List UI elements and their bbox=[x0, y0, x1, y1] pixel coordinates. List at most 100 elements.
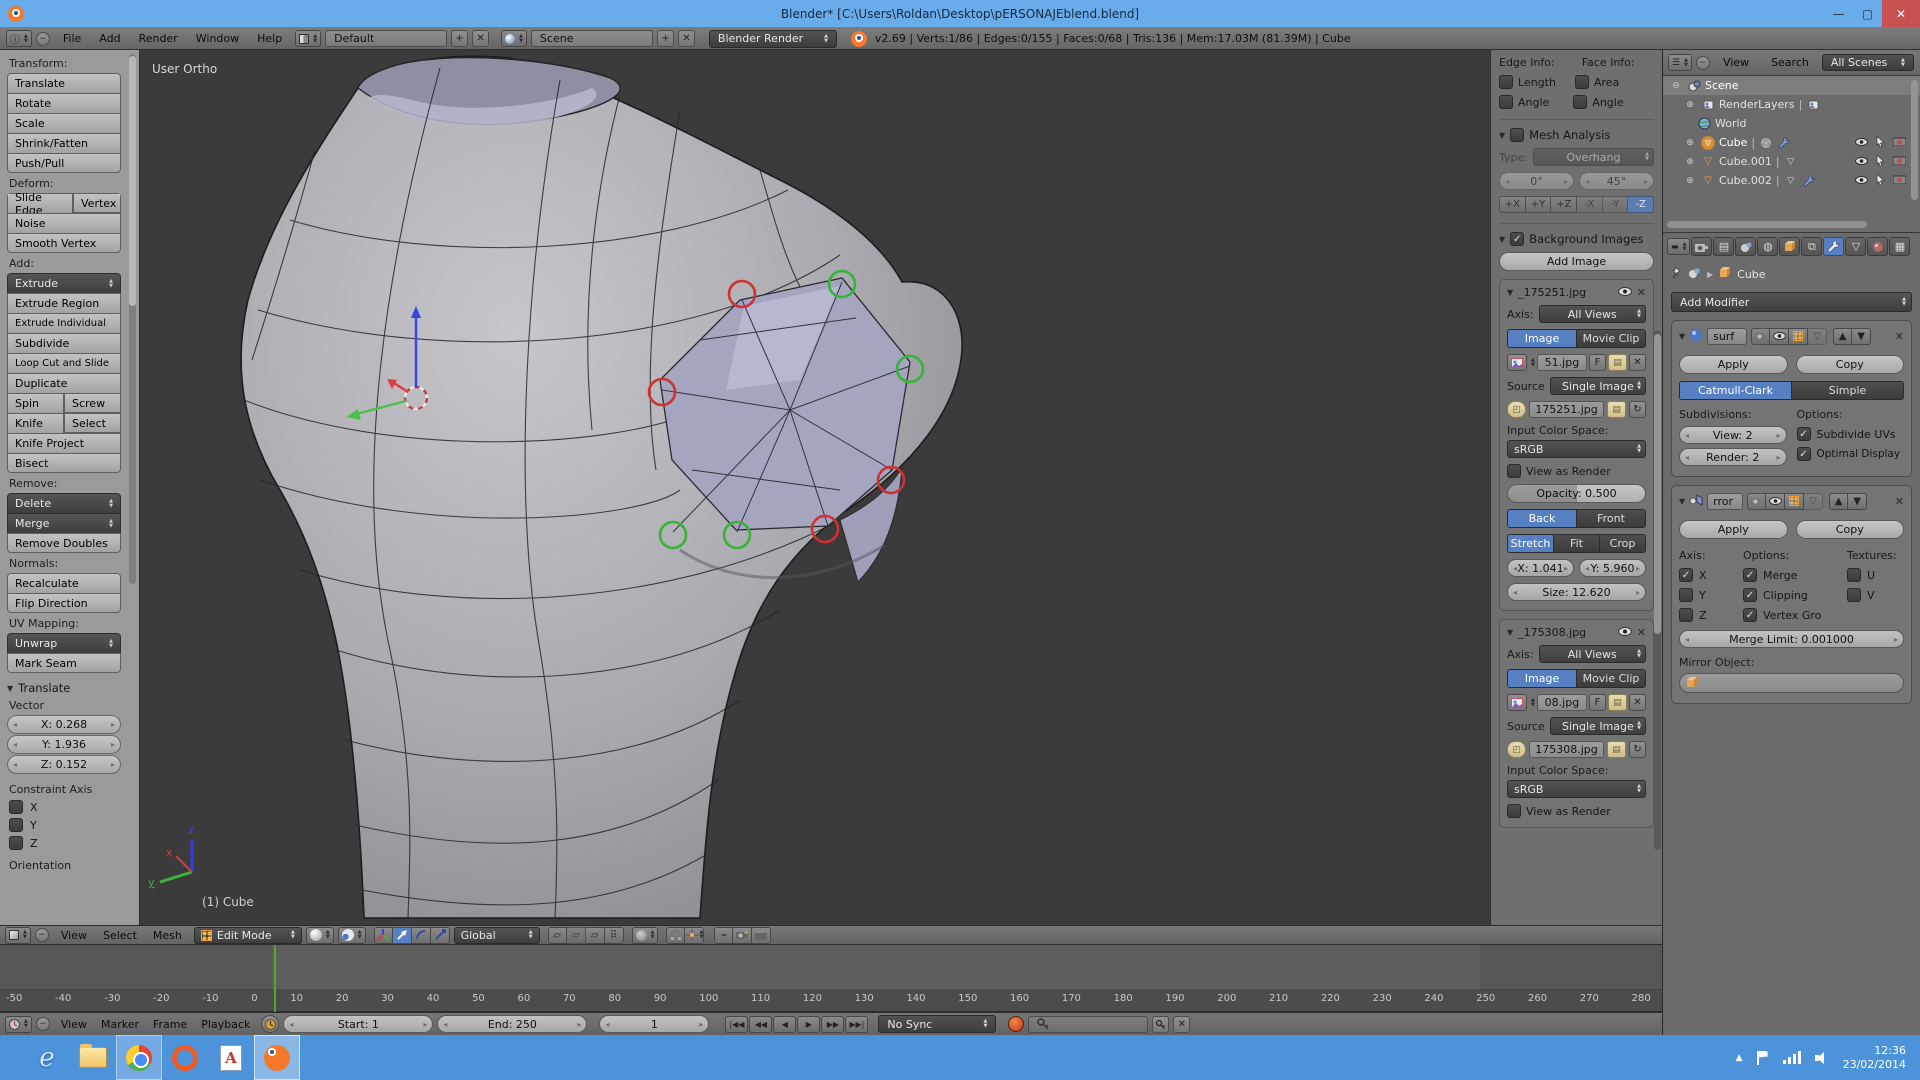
manipulator-scale-icon[interactable] bbox=[431, 927, 450, 944]
viewport-menu-item[interactable]: Select bbox=[95, 929, 145, 942]
delete-menu-button[interactable]: Delete▲▼ bbox=[7, 493, 121, 513]
axis-minus-y-button[interactable]: -Y bbox=[1603, 196, 1629, 213]
subsurf-render-toggle-icon[interactable] bbox=[1751, 328, 1770, 345]
mirror-cage-toggle-icon[interactable]: ▽ bbox=[1804, 493, 1823, 510]
topbar-menu-item[interactable]: Help bbox=[248, 32, 291, 45]
render-anim-icon[interactable] bbox=[752, 927, 771, 944]
knife-select-button[interactable]: Select bbox=[64, 413, 121, 433]
extrude-menu-button[interactable]: Extrude▲▼ bbox=[7, 273, 121, 293]
image-2-unlink-button[interactable]: ✕ bbox=[1629, 694, 1646, 711]
outliner-vscrollbar[interactable] bbox=[1911, 80, 1918, 200]
knife-project-button[interactable]: Knife Project bbox=[7, 433, 121, 453]
image-1-front-toggle[interactable]: Front bbox=[1576, 510, 1645, 527]
play-reverse-button[interactable]: ◀ bbox=[773, 1016, 796, 1033]
image-1-size-field[interactable]: ◂Size: 12.620▸ bbox=[1507, 583, 1646, 601]
edge-angle-checkbox[interactable] bbox=[1499, 95, 1513, 109]
select-mode-button[interactable]: ▲▼ bbox=[338, 927, 366, 944]
mirror-move-up-icon[interactable]: ▲ bbox=[1829, 493, 1848, 510]
keying-set-field[interactable] bbox=[1028, 1016, 1148, 1033]
tab-scene[interactable] bbox=[1735, 237, 1756, 256]
axis-plus-x-button[interactable]: +X bbox=[1499, 196, 1526, 213]
image-1-crop-toggle[interactable]: Crop bbox=[1599, 535, 1645, 552]
image-1-browse-arrows[interactable]: ▲▼ bbox=[1531, 358, 1535, 368]
recalculate-button[interactable]: Recalculate bbox=[7, 573, 121, 593]
outliner-hscrollbar[interactable] bbox=[1667, 221, 1867, 228]
transform-orientation-select[interactable]: Global▲▼ bbox=[454, 927, 540, 944]
edge-length-checkbox[interactable] bbox=[1499, 75, 1513, 89]
image-1-opacity-slider[interactable]: Opacity: 0.500 bbox=[1507, 484, 1646, 503]
tray-network-icon[interactable] bbox=[1783, 1051, 1801, 1064]
editor-type-timeline-button[interactable]: ▲▼ bbox=[5, 1016, 32, 1033]
image-2-browse-arrows[interactable]: ▲▼ bbox=[1531, 698, 1535, 708]
subsurf-move-down-icon[interactable]: ▼ bbox=[1852, 328, 1871, 345]
tab-object-data[interactable]: ▽ bbox=[1845, 237, 1866, 256]
jump-to-end-button[interactable]: ▶▶| bbox=[845, 1016, 868, 1033]
mirror-apply-button[interactable]: Apply bbox=[1679, 520, 1788, 539]
extrude-region-button[interactable]: Extrude Region bbox=[7, 293, 121, 313]
extrude-individual-button[interactable]: Extrude Individual bbox=[7, 313, 121, 333]
delete-keyframe-button[interactable]: ✕ bbox=[1173, 1016, 1190, 1033]
add-layout-button[interactable]: + bbox=[451, 30, 468, 47]
axis-minus-x-button[interactable]: -X bbox=[1577, 196, 1603, 213]
vector-x-field[interactable]: ◂X: 0.268▸ bbox=[7, 715, 121, 734]
insert-keyframe-button[interactable] bbox=[1152, 1016, 1169, 1033]
axis-plus-z-button[interactable]: +Z bbox=[1551, 196, 1577, 213]
outliner-filter-select[interactable]: All Scenes▲▼ bbox=[1822, 54, 1914, 71]
vector-y-field[interactable]: ◂Y: 1.936▸ bbox=[7, 735, 121, 754]
mirror-render-toggle-icon[interactable] bbox=[1747, 493, 1766, 510]
outliner-item-cube[interactable]: ⊕ ▽ Cube | bbox=[1663, 133, 1920, 152]
mirror-z-checkbox[interactable] bbox=[1679, 608, 1693, 622]
topbar-menu-item[interactable]: Window bbox=[187, 32, 248, 45]
smooth-vertex-button[interactable]: Smooth Vertex bbox=[7, 233, 121, 253]
visibility-eye-icon[interactable] bbox=[1855, 174, 1868, 188]
image-1-back-toggle[interactable]: Back bbox=[1508, 510, 1576, 527]
timeline-collapse-button[interactable]: − bbox=[36, 1017, 50, 1031]
constraint-x-checkbox[interactable] bbox=[9, 800, 23, 814]
toolshelf-scrollbar[interactable] bbox=[129, 54, 136, 584]
subdivide-uvs-checkbox[interactable]: ✓ bbox=[1797, 427, 1811, 441]
layer-cube-2-icon[interactable]: ▱ bbox=[567, 927, 586, 944]
optimal-display-checkbox[interactable]: ✓ bbox=[1797, 447, 1811, 461]
rotate-button[interactable]: Rotate bbox=[7, 93, 121, 113]
axis-plus-y-button[interactable]: +Y bbox=[1526, 196, 1552, 213]
tray-volume-icon[interactable] bbox=[1815, 1052, 1829, 1064]
subsurf-move-up-icon[interactable]: ▲ bbox=[1833, 328, 1852, 345]
mirror-editmode-toggle-icon[interactable] bbox=[1785, 493, 1804, 510]
frame-end-field[interactable]: ◂End: 250▸ bbox=[437, 1015, 587, 1033]
renderability-camera-icon[interactable] bbox=[1893, 174, 1906, 188]
image-2-fake-user-button[interactable]: F bbox=[1589, 694, 1606, 711]
taskbar-ie-icon[interactable]: e bbox=[24, 1035, 70, 1080]
visibility-eye-icon[interactable] bbox=[1855, 155, 1868, 169]
mirror-y-checkbox[interactable] bbox=[1679, 588, 1693, 602]
subsurf-render-field[interactable]: ◂Render: 2▸ bbox=[1679, 448, 1787, 466]
analysis-min-field[interactable]: ◂0°▸ bbox=[1499, 172, 1574, 190]
taskbar-chrome-icon[interactable] bbox=[116, 1035, 162, 1080]
vector-z-field[interactable]: ◂Z: 0.152▸ bbox=[7, 755, 121, 774]
manipulator-rotate-icon[interactable] bbox=[412, 927, 431, 944]
topbar-menu-item[interactable]: Add bbox=[90, 32, 129, 45]
outliner-item-scene[interactable]: ⊖ Scene bbox=[1663, 76, 1920, 95]
remove-doubles-button[interactable]: Remove Doubles bbox=[7, 533, 121, 553]
delete-scene-button[interactable]: ✕ bbox=[678, 30, 695, 47]
timeline-ruler[interactable]: -50-40-30-20-100102030405060708090100110… bbox=[0, 990, 1662, 1012]
outliner-search-menu[interactable]: Search bbox=[1762, 56, 1818, 69]
mirror-move-down-icon[interactable]: ▼ bbox=[1848, 493, 1867, 510]
image-2-source-select[interactable]: Single Image▲▼ bbox=[1550, 717, 1646, 735]
image-1-expand-icon[interactable]: ▼ bbox=[1507, 288, 1513, 297]
image-1-pack-icon[interactable]: ◰ bbox=[1507, 401, 1526, 418]
timeline-menu-item[interactable]: Marker bbox=[94, 1018, 146, 1031]
layer-cube-1-icon[interactable]: ▱ bbox=[548, 927, 567, 944]
use-preview-range-button[interactable] bbox=[261, 1015, 279, 1033]
mirror-expand-icon[interactable]: ▼ bbox=[1679, 497, 1685, 506]
image-2-image-toggle[interactable]: Image bbox=[1508, 670, 1576, 687]
spin-button[interactable]: Spin bbox=[7, 393, 64, 413]
noise-button[interactable]: Noise bbox=[7, 213, 121, 233]
mirror-view-toggle-icon[interactable] bbox=[1766, 493, 1785, 510]
image-2-datablock-icon[interactable] bbox=[1507, 694, 1527, 711]
scene-field[interactable]: Scene bbox=[531, 30, 653, 47]
tab-constraints[interactable]: ⧉ bbox=[1801, 237, 1822, 256]
subsurf-delete-icon[interactable]: ✕ bbox=[1895, 330, 1904, 343]
delete-layout-button[interactable]: ✕ bbox=[472, 30, 489, 47]
topbar-menu-item[interactable]: Render bbox=[130, 32, 187, 45]
subsurf-view-field[interactable]: ◂View: 2▸ bbox=[1679, 426, 1787, 444]
